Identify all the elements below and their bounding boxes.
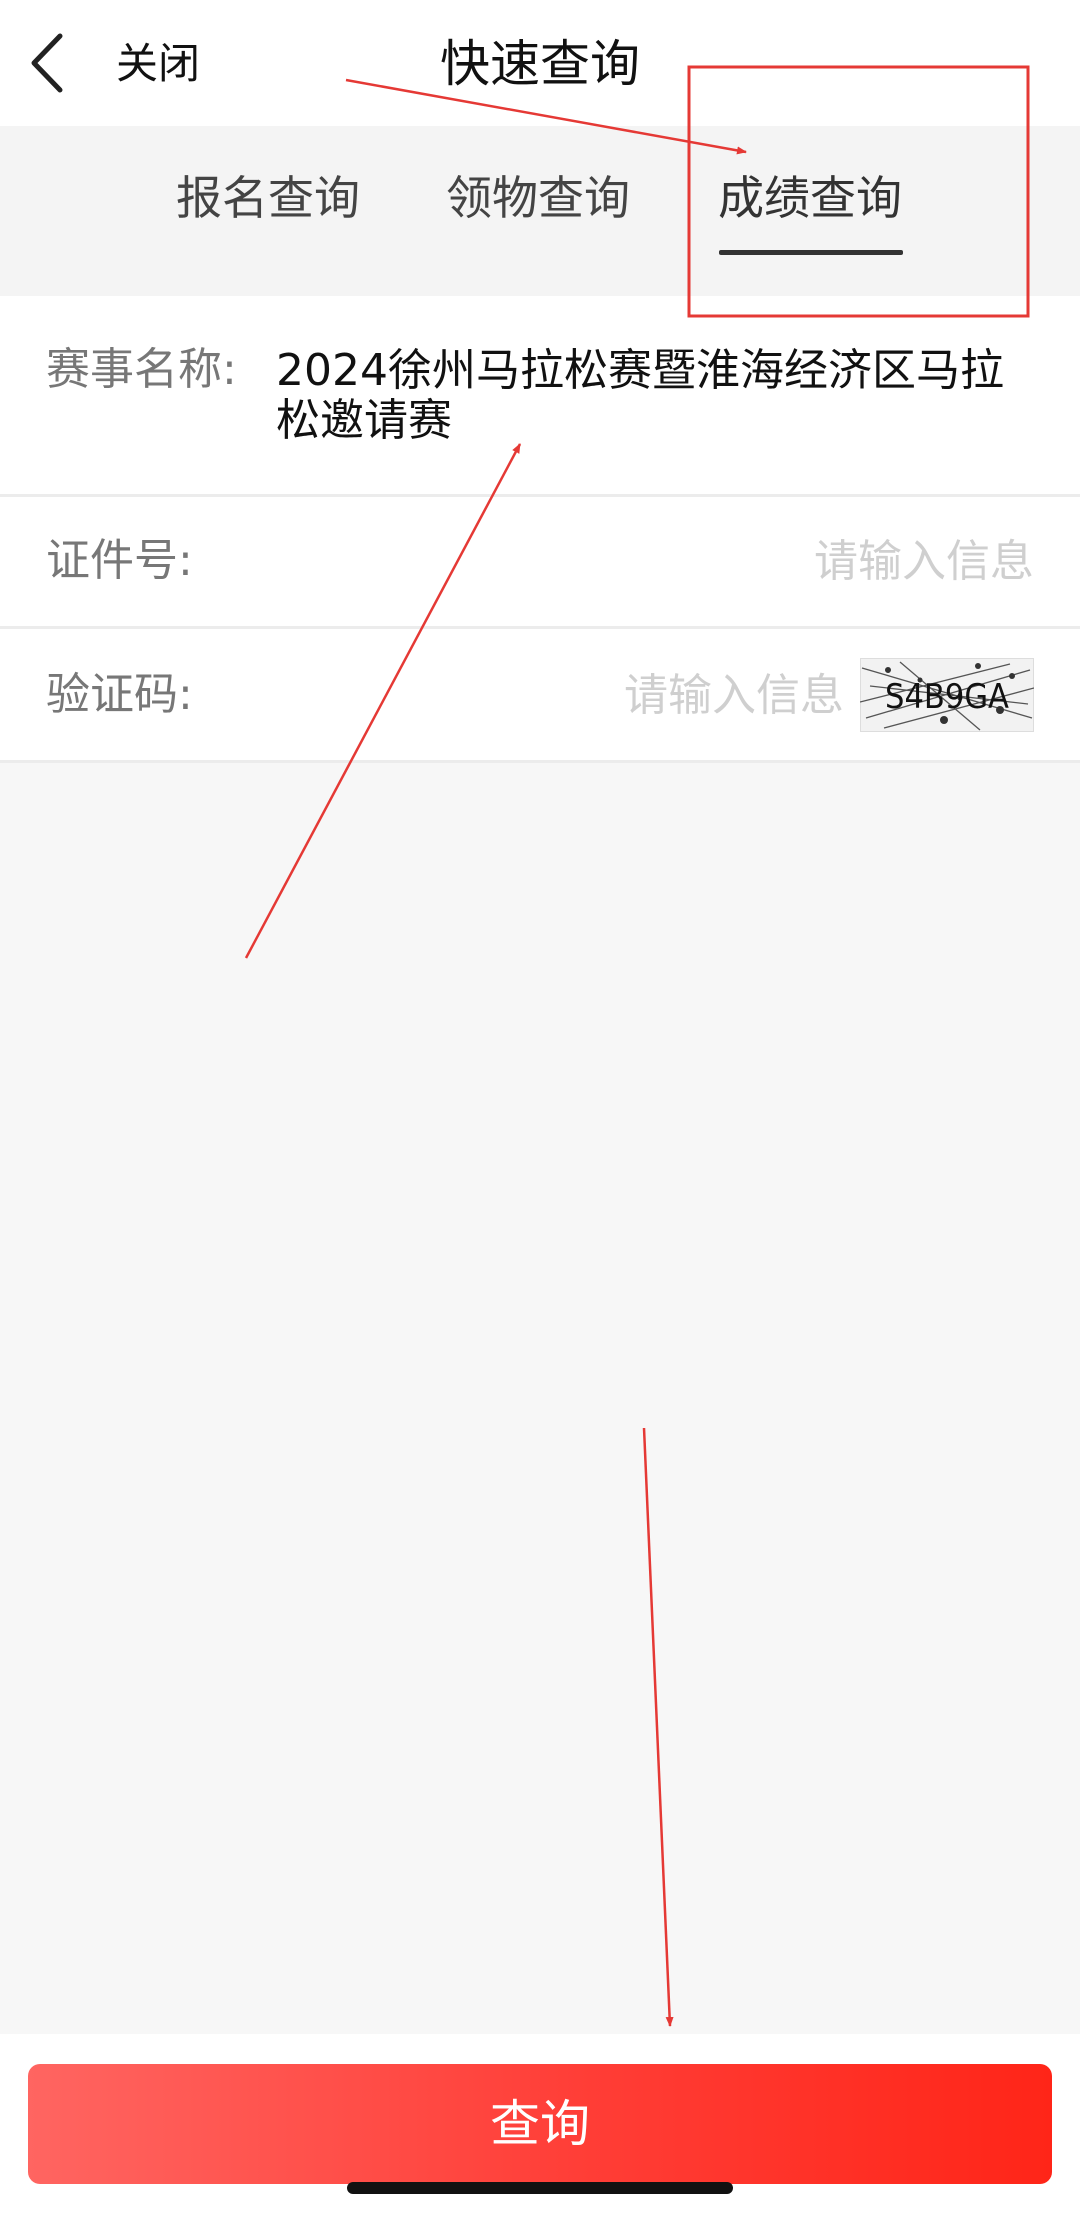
id-number-label: 证件号: [46,535,193,586]
captcha-image[interactable]: S4B9GA [860,658,1034,732]
event-name-row: 赛事名称: 2024徐州马拉松赛暨淮海经济区马拉松邀请赛 [0,296,1080,494]
tab-registration-query[interactable]: 报名查询 [158,166,378,230]
query-tabs: 报名查询 领物查询 成绩查询 [0,126,1080,296]
captcha-input[interactable] [240,665,844,725]
divider [0,760,1080,763]
id-number-row: 证件号: [0,497,1080,626]
event-name-label: 赛事名称: [46,344,237,395]
event-name-value: 2024徐州马拉松赛暨淮海经济区马拉松邀请赛 [276,345,1004,446]
tab-kit-pickup-query[interactable]: 领物查询 [428,166,648,230]
captcha-row: 验证码: S4B9GA [0,629,1080,760]
id-number-input[interactable] [240,531,1034,591]
page-title: 快速查询 [440,35,640,93]
tab-results-query[interactable]: 成绩查询 [700,166,920,230]
annotation-arrow [642,1427,674,2027]
query-button[interactable]: 查询 [28,2064,1052,2184]
navigation-bar: 关闭 快速查询 [0,0,1080,126]
active-tab-indicator [719,250,903,255]
captcha-label: 验证码: [46,669,193,720]
home-indicator [347,2182,733,2194]
captcha-text: S4B9GA [885,677,1009,717]
